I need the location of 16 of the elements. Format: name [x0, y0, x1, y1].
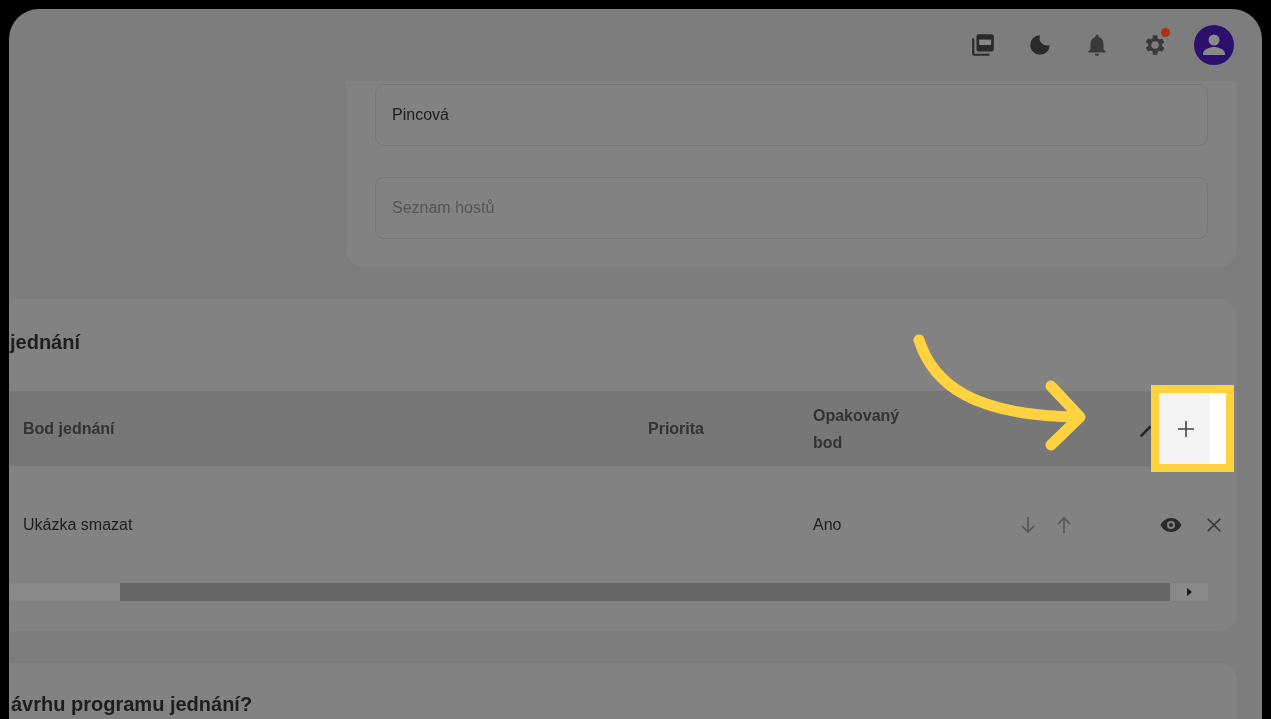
avatar-icon[interactable]: [1194, 25, 1234, 65]
horizontal-scrollbar[interactable]: [9, 583, 1208, 601]
column-header: Bod jednání: [22, 419, 116, 439]
pdf-icon[interactable]: [970, 32, 996, 58]
text-field[interactable]: Pincová: [375, 84, 1208, 146]
section-title: jednání: [9, 331, 82, 355]
plus-icon: [1175, 418, 1196, 439]
close-icon[interactable]: [1205, 515, 1223, 534]
scroll-right-icon[interactable]: [1187, 588, 1192, 596]
section-title: ávrhu programu jednání?: [11, 693, 254, 716]
arrow-down-icon[interactable]: [1018, 514, 1038, 535]
column-header: Priorita: [648, 419, 705, 439]
moon-icon[interactable]: [1027, 32, 1053, 58]
table-cell-text: Ano: [813, 515, 843, 534]
column-header: Opakovaný bod: [813, 405, 901, 453]
table-cell-text: Ukázka smazat: [22, 515, 134, 534]
